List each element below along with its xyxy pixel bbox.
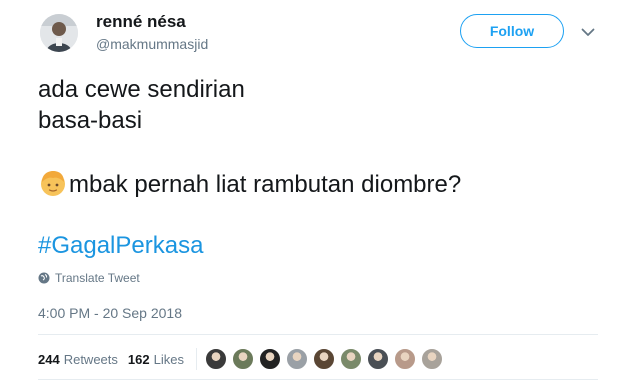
tweet-line: ada cewe sendirian xyxy=(38,76,245,103)
liker-avatar[interactable] xyxy=(231,348,254,370)
display-name[interactable]: renné nésa xyxy=(96,12,186,32)
liker-avatar[interactable] xyxy=(420,348,443,370)
divider xyxy=(38,379,598,380)
tweet-timestamp[interactable]: 4:00 PM - 20 Sep 2018 xyxy=(38,305,182,321)
tweet-card: renné nésa @makmummasjid Follow ada cewe… xyxy=(0,0,636,382)
tweet-line-text: mbak pernah liat rambutan diombre? xyxy=(69,171,462,198)
stats-separator xyxy=(195,348,197,370)
retweets-stat[interactable]: 244 Retweets xyxy=(38,352,118,367)
translate-tweet-link[interactable]: Translate Tweet xyxy=(38,271,140,285)
liker-avatar[interactable] xyxy=(204,348,227,370)
follow-button[interactable]: Follow xyxy=(460,14,564,48)
tweet-text: ada cewe sendirian basa-basi mbak pernah… xyxy=(38,74,598,261)
liker-avatar[interactable] xyxy=(285,348,308,370)
tweet-stats: 244 Retweets 162 Likes xyxy=(38,348,448,370)
liker-avatars xyxy=(204,348,448,370)
tweet-line-with-emoji: mbak pernah liat rambutan diombre? xyxy=(38,168,598,200)
avatar[interactable] xyxy=(40,14,78,52)
chevron-down-icon[interactable] xyxy=(578,22,598,42)
tweet-line: basa-basi xyxy=(38,107,143,134)
retweets-label: Retweets xyxy=(63,351,118,367)
liker-avatar[interactable] xyxy=(258,348,281,370)
liker-avatar[interactable] xyxy=(339,348,362,370)
divider xyxy=(38,334,598,335)
liker-avatar[interactable] xyxy=(366,348,389,370)
screen-name[interactable]: @makmummasjid xyxy=(96,36,208,52)
retweets-count: 244 xyxy=(38,351,60,367)
likes-label: Likes xyxy=(153,351,184,367)
liker-avatar[interactable] xyxy=(393,348,416,370)
blond-person-emoji-icon xyxy=(38,168,68,198)
avatar-image xyxy=(40,14,78,52)
globe-icon xyxy=(38,272,50,284)
liker-avatar[interactable] xyxy=(312,348,335,370)
hashtag-link[interactable]: #GagalPerkasa xyxy=(38,230,598,261)
likes-count: 162 xyxy=(127,351,150,367)
likes-stat[interactable]: 162 Likes xyxy=(128,352,184,367)
translate-label: Translate Tweet xyxy=(55,271,140,285)
